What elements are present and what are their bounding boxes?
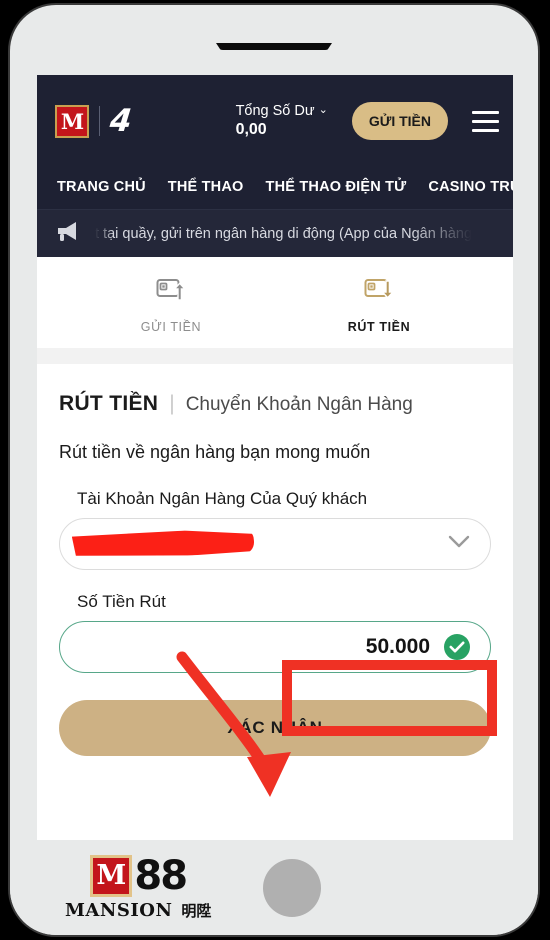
green-check-icon	[444, 634, 470, 660]
balance-display[interactable]: Tổng Số Dư ⌄ 0,00	[236, 102, 328, 140]
m88-logo-icon[interactable]: M	[55, 104, 89, 138]
brand-logo-letter: M	[96, 860, 127, 891]
redaction-mark	[72, 528, 255, 558]
tab-label-rut-tien: RÚT TIỀN	[347, 320, 411, 334]
hamburger-line	[472, 128, 499, 132]
logo-divider	[99, 106, 100, 136]
main-navigation: TRANG CHỦ THỂ THAO THỂ THAO ĐIỆN TỬ CASI…	[37, 167, 513, 209]
brand-logo-top: M 88	[90, 852, 188, 899]
form-title-sub: Chuyển Khoản Ngân Hàng	[185, 394, 413, 415]
bank-account-select[interactable]	[59, 518, 491, 570]
wallet-up-arrow-icon	[156, 277, 187, 309]
phone-frame: M 4 Tổng Số Dư ⌄ 0,00 GỬI TIỀN TRANG CHỦ…	[10, 5, 538, 935]
m88-mansion-logo: M 88 MANSION 明陞	[65, 852, 211, 921]
tab-gui-tien[interactable]: GỬI TIỀN	[122, 277, 220, 334]
m88-logo-letter: M	[60, 108, 84, 134]
tab-label-gui-tien: GỬI TIỀN	[140, 320, 202, 334]
tab-rut-tien[interactable]: RÚT TIỀN	[330, 277, 428, 334]
deposit-button[interactable]: GỬI TIỀN	[351, 102, 448, 140]
form-title: RÚT TIỀN | Chuyển Khoản Ngân Hàng	[59, 392, 491, 416]
nav-item-the-thao[interactable]: THỂ THAO	[168, 179, 244, 195]
hamburger-line	[472, 110, 499, 114]
announcement-bar: t tại quầy, gửi trên ngân hàng di động (…	[37, 209, 513, 257]
partner-logo-icon: 4	[108, 102, 134, 139]
bank-account-label: Tài Khoản Ngân Hàng Của Quý khách	[77, 489, 368, 508]
brand-logo-number: 88	[134, 852, 188, 899]
megaphone-icon	[55, 220, 81, 247]
withdraw-form: RÚT TIỀN | Chuyển Khoản Ngân Hàng Rút ti…	[37, 364, 513, 840]
amount-label: Số Tiền Rút	[77, 592, 166, 611]
nav-item-casino-truc-tiep[interactable]: CASINO TRỰC T	[428, 179, 513, 195]
form-title-divider: |	[169, 392, 175, 415]
amount-input[interactable]: 50.000	[59, 621, 491, 673]
brand-logo-bottom: MANSION 明陞	[65, 900, 211, 921]
wallet-down-arrow-icon	[364, 277, 395, 309]
card-separator	[37, 348, 513, 364]
brand-wordmark: MANSION	[65, 899, 173, 921]
brand-chinese-mark: 明陞	[181, 901, 212, 920]
amount-value: 50.000	[365, 635, 430, 658]
chevron-down-icon	[448, 535, 470, 553]
app-header: M 4 Tổng Số Dư ⌄ 0,00 GỬI TIỀN	[37, 75, 513, 167]
nav-item-trang-chu[interactable]: TRANG CHỦ	[57, 179, 146, 195]
balance-label-row[interactable]: Tổng Số Dư ⌄	[236, 102, 328, 120]
phone-speaker	[216, 43, 332, 50]
hamburger-menu-icon[interactable]	[472, 110, 499, 132]
hamburger-line	[472, 119, 499, 123]
form-subtitle: Rút tiền về ngân hàng bạn mong muốn	[59, 442, 371, 462]
home-button[interactable]	[263, 858, 322, 917]
balance-amount: 0,00	[235, 121, 267, 139]
phone-screen: M 4 Tổng Số Dư ⌄ 0,00 GỬI TIỀN TRANG CHỦ…	[37, 75, 513, 840]
announcement-text: t tại quầy, gửi trên ngân hàng di động (…	[95, 225, 473, 242]
form-title-main: RÚT TIỀN	[59, 392, 159, 415]
bottom-brand-bar: M 88 MANSION 明陞	[10, 840, 538, 935]
chevron-down-icon: ⌄	[318, 104, 328, 117]
m88-logo-badge-icon: M	[90, 854, 133, 897]
confirm-button[interactable]: XÁC NHẬN	[59, 700, 491, 756]
balance-label: Tổng Số Dư	[235, 102, 315, 119]
nav-item-the-thao-dien-tu[interactable]: THỂ THAO ĐIỆN TỬ	[266, 179, 407, 195]
transaction-tabs: GỬI TIỀN RÚT TIỀN	[37, 257, 513, 348]
